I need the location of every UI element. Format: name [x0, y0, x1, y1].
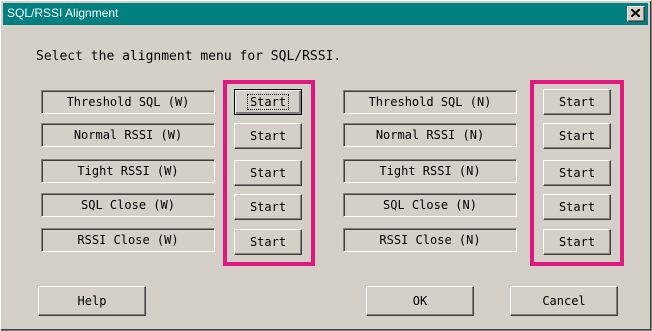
label-normal-rssi-n: Normal RSSI (N) — [343, 123, 517, 147]
title-bar[interactable]: SQL/RSSI Alignment — [3, 3, 648, 25]
label-normal-rssi-w: Normal RSSI (W) — [41, 123, 215, 147]
label-rssi-close-w: RSSI Close (W) — [41, 228, 215, 252]
label-threshold-sql-w: Threshold SQL (W) — [41, 90, 215, 114]
help-button[interactable]: Help — [38, 286, 146, 316]
ok-button[interactable]: OK — [366, 286, 474, 316]
label-tight-rssi-w: Tight RSSI (W) — [41, 159, 215, 183]
label-sql-close-w: SQL Close (W) — [41, 193, 215, 217]
cancel-button[interactable]: Cancel — [510, 286, 618, 316]
window-title: SQL/RSSI Alignment — [7, 6, 119, 20]
close-button[interactable] — [627, 6, 645, 22]
label-sql-close-n: SQL Close (N) — [343, 193, 517, 217]
label-rssi-close-n: RSSI Close (N) — [343, 228, 517, 252]
left-start-highlight — [223, 80, 315, 266]
instruction-text: Select the alignment menu for SQL/RSSI. — [36, 49, 342, 64]
right-start-highlight — [530, 80, 624, 266]
dialog-window: SQL/RSSI Alignment Select the alignment … — [0, 0, 652, 331]
label-threshold-sql-n: Threshold SQL (N) — [343, 90, 517, 114]
close-x-icon — [631, 9, 640, 17]
label-tight-rssi-n: Tight RSSI (N) — [343, 159, 517, 183]
